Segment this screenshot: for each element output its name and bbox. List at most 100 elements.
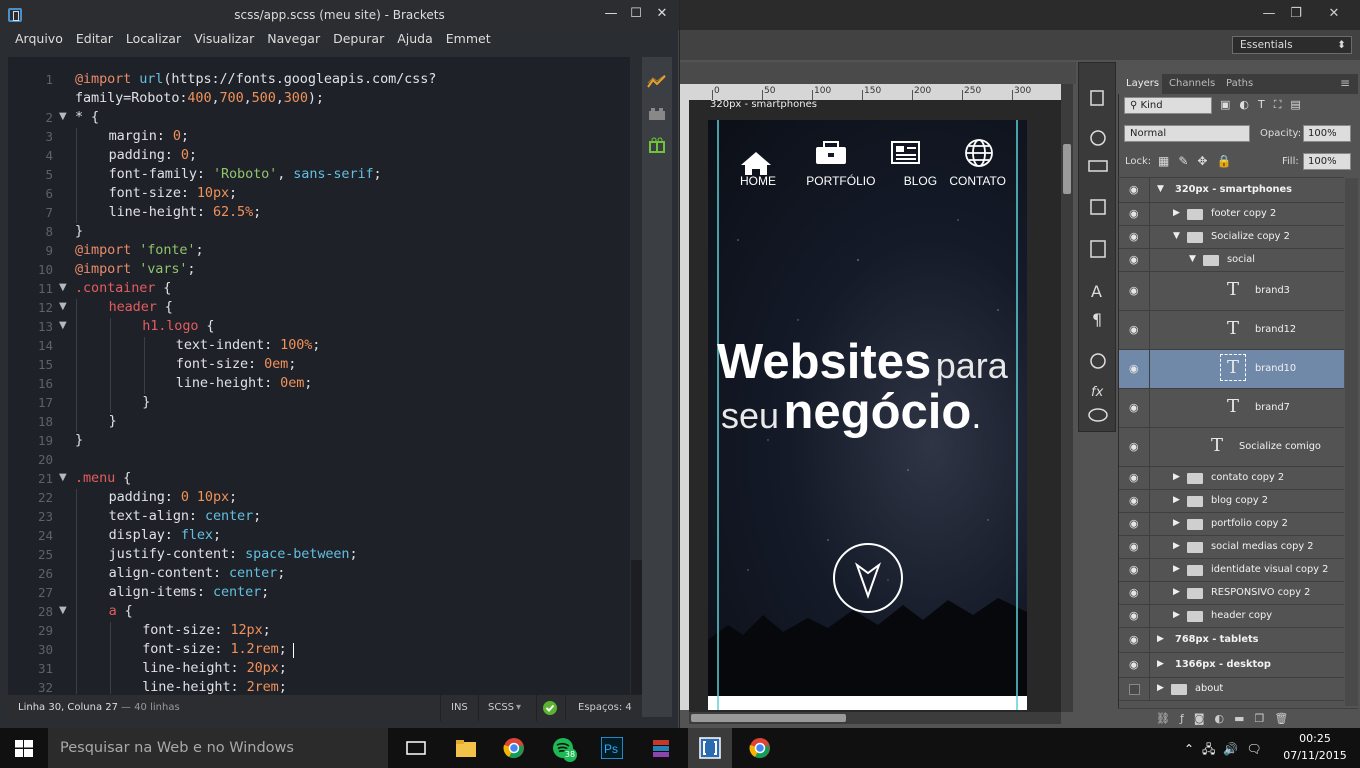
lock-icons[interactable]: ▦✎✥🔒 [1158, 154, 1240, 168]
code-line[interactable]: @import url(https://fonts.googleapis.com… [75, 71, 436, 87]
task-view-icon[interactable] [405, 737, 427, 759]
layer-row[interactable]: ◉ Tbrand7 [1119, 389, 1344, 428]
eye-icon[interactable]: ◉ [1129, 471, 1139, 484]
eye-icon[interactable]: ◉ [1129, 323, 1139, 336]
code-line[interactable]: font-size: 10px; [109, 185, 238, 201]
collapse-arrow-icon[interactable]: ▼ [1173, 231, 1180, 241]
chevron-down-icon[interactable]: ▾ [516, 702, 521, 713]
code-line[interactable]: line-height: 0em; [176, 375, 313, 391]
close-icon[interactable]: ✕ [648, 6, 676, 21]
eye-icon[interactable]: ◉ [1129, 563, 1139, 576]
fx-icon[interactable]: fx [1091, 385, 1104, 400]
paragraph-icon[interactable]: ¶ [1092, 310, 1102, 329]
lint-ok-icon[interactable] [543, 701, 557, 715]
vscroll-thumb[interactable] [1063, 144, 1071, 194]
language-select[interactable]: SCSS [488, 702, 514, 713]
workspace-select[interactable]: Essentials ⬍ [1232, 36, 1352, 54]
character-icon[interactable]: A [1091, 282, 1102, 301]
styles-icon[interactable] [1090, 353, 1106, 369]
expand-arrow-icon[interactable]: ▶ [1173, 564, 1180, 574]
cloud-icon[interactable] [1088, 408, 1108, 422]
brush-settings-icon[interactable] [1090, 130, 1106, 146]
code-line[interactable]: text-align: center; [109, 508, 262, 524]
windows-start-icon[interactable] [15, 740, 33, 757]
code-line[interactable]: font-size: 1.2rem; [142, 641, 287, 657]
expand-arrow-icon[interactable]: ▶ [1173, 208, 1180, 218]
eye-icon[interactable]: ◉ [1129, 609, 1139, 622]
menu-item-ajuda[interactable]: Ajuda [397, 30, 433, 52]
layer-row[interactable]: ▶ about [1119, 678, 1344, 701]
layer-row[interactable]: ◉ T Socialize comigo [1119, 428, 1344, 467]
code-line[interactable]: h1.logo { [142, 318, 214, 334]
fold-arrow-icon[interactable]: ▼ [59, 111, 67, 122]
code-line[interactable]: * { [75, 109, 99, 125]
expand-arrow-icon[interactable]: ▶ [1173, 518, 1180, 528]
code-line[interactable]: } [75, 432, 83, 448]
fold-arrow-icon[interactable]: ▼ [59, 282, 67, 293]
eye-icon[interactable]: ◉ [1129, 207, 1139, 220]
menu-item-localizar[interactable]: Localizar [126, 30, 181, 52]
code-line[interactable]: family=Roboto:400,700,500,300); [75, 90, 324, 106]
code-line[interactable]: font-size: 12px; [142, 622, 271, 638]
insert-mode[interactable]: INS [451, 702, 468, 713]
ps-close-icon[interactable]: ✕ [1320, 6, 1348, 21]
code-line[interactable]: line-height: 20px; [142, 660, 287, 676]
brackets-icon[interactable] [699, 737, 721, 759]
code-line[interactable]: padding: 0; [109, 147, 197, 163]
eye-icon[interactable]: ◉ [1129, 586, 1139, 599]
code-editor[interactable]: 1 @import url(https://fonts.googleapis.co… [8, 57, 630, 694]
tab-channels[interactable]: Channels [1169, 78, 1215, 89]
code-line[interactable]: margin: 0; [109, 128, 189, 144]
layer-row[interactable]: ◉ ▶ 1366px - desktop [1119, 653, 1344, 678]
eye-icon[interactable]: ◉ [1129, 401, 1139, 414]
ps-restore-icon[interactable]: ❐ [1282, 6, 1310, 21]
eye-icon[interactable]: ◉ [1129, 230, 1139, 243]
expand-arrow-icon[interactable]: ▶ [1173, 472, 1180, 482]
layers-scrollbar[interactable] [1345, 178, 1358, 706]
maximize-icon[interactable]: ☐ [622, 6, 650, 21]
code-line[interactable]: font-family: 'Roboto', sans-serif; [109, 166, 382, 182]
minimize-icon[interactable]: — [597, 6, 625, 21]
layer-row[interactable]: ◉ ▶ contato copy 2 [1119, 467, 1344, 490]
filter-icons[interactable]: ▣◐T⛶▤ [1220, 98, 1310, 112]
clock-date[interactable]: 07/11/2015 [1282, 749, 1348, 762]
blend-mode-select[interactable]: Normal [1124, 125, 1250, 142]
layer-row[interactable]: ◉ ▶ blog copy 2 [1119, 490, 1344, 513]
eye-icon[interactable]: ◉ [1129, 183, 1139, 196]
gift-icon[interactable] [649, 137, 665, 153]
code-line[interactable]: align-content: center; [109, 565, 286, 581]
code-line[interactable]: line-height: 2rem; [142, 679, 287, 694]
live-preview-icon[interactable] [647, 75, 667, 89]
expand-arrow-icon[interactable]: ▶ [1157, 659, 1164, 669]
fold-arrow-icon[interactable]: ▼ [59, 320, 67, 331]
filter-kind-select[interactable]: ⚲ Kind [1124, 97, 1212, 114]
code-line[interactable]: text-indent: 100%; [176, 337, 321, 353]
expand-arrow-icon[interactable]: ▶ [1173, 587, 1180, 597]
photoshop-icon[interactable]: Ps [601, 737, 623, 759]
eye-icon[interactable]: ◉ [1129, 440, 1139, 453]
layer-row[interactable]: ◉ Tbrand12 [1119, 311, 1344, 350]
menu-item-navegar[interactable]: Navegar [267, 30, 320, 52]
hscroll-thumb[interactable] [691, 714, 846, 722]
code-line[interactable]: display: flex; [109, 527, 222, 543]
fold-arrow-icon[interactable]: ▼ [59, 472, 67, 483]
canvas-hscroll[interactable] [689, 712, 1061, 724]
code-line[interactable]: a { [109, 603, 133, 619]
fold-arrow-icon[interactable]: ▼ [59, 605, 67, 616]
tray-icons[interactable]: ⌃🖧🔊🗨 [1184, 740, 1270, 761]
artboard-label[interactable]: 320px - smartphones [710, 99, 817, 110]
code-line[interactable]: justify-content: space-between; [109, 546, 358, 562]
tab-paths[interactable]: Paths [1226, 78, 1253, 89]
code-line[interactable]: header { [109, 299, 173, 315]
menu-item-emmet[interactable]: Emmet [446, 30, 491, 52]
panel-menu-icon[interactable]: ≡ [1340, 76, 1350, 90]
eye-icon[interactable]: ◉ [1129, 633, 1139, 646]
winrar-icon[interactable] [650, 737, 672, 759]
layer-row[interactable]: ◉ ▶ portfolio copy 2 [1119, 513, 1344, 536]
canvas-vscroll[interactable] [1061, 84, 1073, 712]
expand-arrow-icon[interactable]: ▶ [1157, 683, 1164, 693]
chrome-icon[interactable] [503, 737, 525, 759]
code-line[interactable]: .container { [75, 280, 171, 296]
eye-icon[interactable]: ◉ [1129, 540, 1139, 553]
menu-item-visualizar[interactable]: Visualizar [194, 30, 254, 52]
